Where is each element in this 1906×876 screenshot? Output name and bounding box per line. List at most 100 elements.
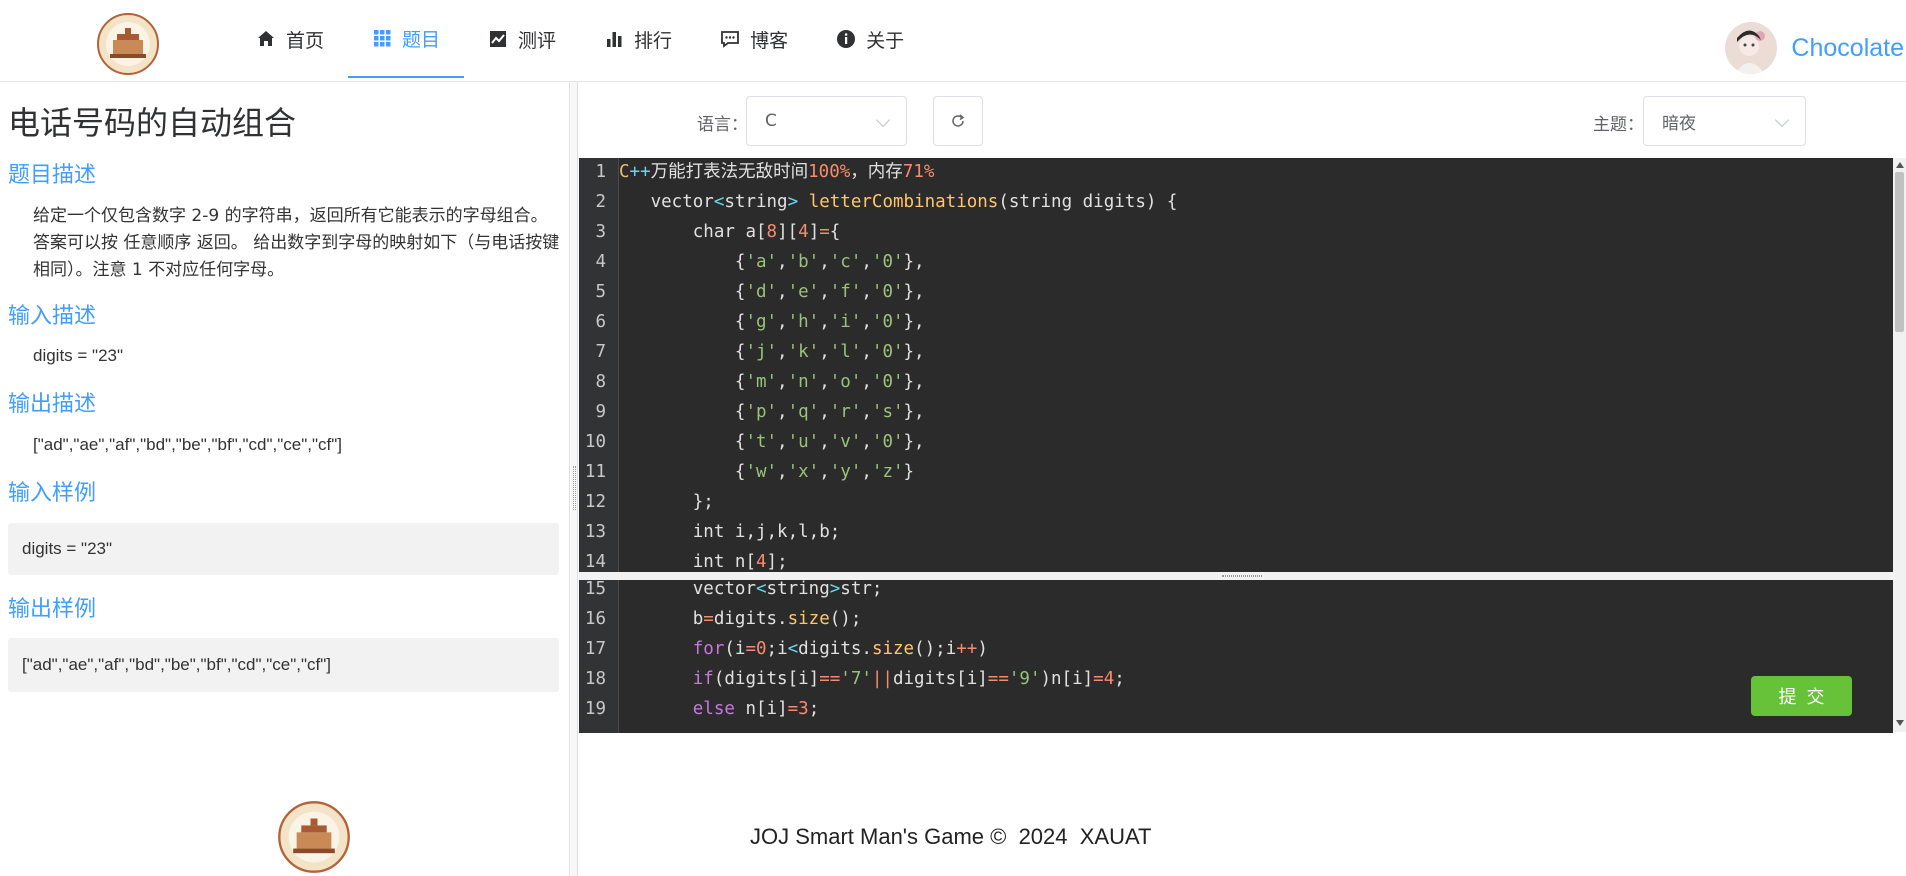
code-line[interactable]: 6 {'g','h','i','0'}, bbox=[579, 307, 1893, 337]
line-number: 4 bbox=[595, 252, 606, 272]
nav-problems-label: 题目 bbox=[402, 28, 441, 51]
code-line[interactable]: 5 {'d','e','f','0'}, bbox=[579, 277, 1893, 307]
theme-value: 暗夜 bbox=[1662, 113, 1696, 134]
theme-select[interactable]: 暗夜 bbox=[1643, 96, 1806, 146]
school-logo[interactable] bbox=[96, 12, 160, 76]
code-text[interactable]: b=digits.size(); bbox=[619, 604, 862, 634]
avatar[interactable] bbox=[1725, 22, 1778, 74]
language-label: 语言： bbox=[697, 115, 748, 135]
code-text[interactable]: {'w','x','y','z'} bbox=[619, 457, 914, 487]
code-editor-bottom[interactable]: 15 vector<string>str; 16 b=digits.size();… bbox=[579, 580, 1893, 733]
code-line[interactable]: 14 int n[4]; bbox=[579, 547, 1893, 572]
main-nav: 首页 题目 测评 排行 博客 关于 bbox=[232, 0, 928, 78]
chevron-down-icon bbox=[875, 112, 891, 128]
code-editor-top[interactable]: 1 C++万能打表法无敌时间100%，内存71% 2 vector<string> … bbox=[579, 158, 1893, 572]
info-icon bbox=[837, 30, 856, 48]
line-number: 3 bbox=[595, 222, 606, 242]
line-number: 12 bbox=[584, 492, 606, 512]
line-number: 5 bbox=[595, 282, 606, 302]
code-text[interactable]: for(i=0;i<digits.size();i++) bbox=[619, 634, 988, 664]
code-line[interactable]: 1 C++万能打表法无敌时间100%，内存71% bbox=[579, 158, 1893, 187]
code-text[interactable]: {'m','n','o','0'}, bbox=[619, 367, 925, 397]
code-text[interactable]: vector<string> letterCombinations(string… bbox=[619, 187, 1178, 217]
output-sample-text: ["ad","ae","af","bd","be","bf","cd","ce"… bbox=[22, 655, 331, 674]
nav-rank-label: 排行 bbox=[634, 29, 673, 52]
line-number: 10 bbox=[584, 432, 606, 452]
code-line[interactable]: 8 {'m','n','o','0'}, bbox=[579, 367, 1893, 397]
nav-blog[interactable]: 博客 bbox=[696, 0, 812, 78]
user-menu[interactable]: Chocolate bbox=[1725, 22, 1904, 74]
refresh-icon bbox=[952, 114, 965, 127]
code-line[interactable]: 18 if(digits[i]=='7'||digits[i]=='9')n[i… bbox=[579, 664, 1893, 694]
nav-home-label: 首页 bbox=[286, 29, 325, 52]
code-line[interactable]: 15 vector<string>str; bbox=[579, 580, 1893, 604]
code-text[interactable]: int n[4]; bbox=[619, 547, 788, 572]
input-sample-text: digits = "23" bbox=[22, 539, 113, 558]
code-line[interactable]: 7 {'j','k','l','0'}, bbox=[579, 337, 1893, 367]
line-number: 7 bbox=[595, 342, 606, 362]
nav-judge[interactable]: 测评 bbox=[464, 0, 580, 78]
nav-home[interactable]: 首页 bbox=[232, 0, 348, 78]
line-number: 6 bbox=[595, 312, 606, 332]
code-text[interactable]: {'t','u','v','0'}, bbox=[619, 427, 925, 457]
code-text[interactable]: C++万能打表法无敌时间100%，内存71% bbox=[619, 158, 934, 187]
home-icon bbox=[258, 31, 274, 46]
footer-logo bbox=[278, 801, 350, 873]
splitter-grip-icon[interactable] bbox=[1222, 575, 1262, 577]
code-line[interactable]: 16 b=digits.size(); bbox=[579, 604, 1893, 634]
theme-label: 主题： bbox=[1593, 115, 1644, 135]
footer-copyright: JOJ Smart Man's Game © 2024 XAUAT bbox=[750, 824, 1152, 849]
code-line[interactable]: 2 vector<string> letterCombinations(stri… bbox=[579, 187, 1893, 217]
code-line[interactable]: 17 for(i=0;i<digits.size();i++) bbox=[579, 634, 1893, 664]
code-line[interactable]: 3 char a[8][4]={ bbox=[579, 217, 1893, 247]
code-line[interactable]: 12 }; bbox=[579, 487, 1893, 517]
input-description-text: digits = "23" bbox=[33, 346, 124, 365]
code-line[interactable]: 11 {'w','x','y','z'} bbox=[579, 457, 1893, 487]
code-text[interactable]: {'g','h','i','0'}, bbox=[619, 307, 925, 337]
editor-scrollbar-thumb[interactable] bbox=[1895, 172, 1904, 332]
line-number: 18 bbox=[584, 669, 606, 689]
nav-about[interactable]: 关于 bbox=[812, 0, 928, 78]
code-text[interactable]: }; bbox=[619, 487, 714, 517]
line-number: 15 bbox=[584, 580, 606, 599]
scroll-up-icon[interactable] bbox=[1896, 162, 1904, 168]
code-text[interactable]: char a[8][4]={ bbox=[619, 217, 841, 247]
line-number: 13 bbox=[584, 522, 606, 542]
top-header: 首页 题目 测评 排行 博客 关于 Chocolate bbox=[0, 0, 1906, 82]
problem-panel: 电话号码的自动组合 题目描述 给定一个仅包含数字 2-9 的字符串，返回所有它能… bbox=[0, 82, 570, 876]
code-line[interactable]: 13 int i,j,k,l,b; bbox=[579, 517, 1893, 547]
code-text[interactable]: int i,j,k,l,b; bbox=[619, 517, 841, 547]
code-line[interactable]: 9 {'p','q','r','s'}, bbox=[579, 397, 1893, 427]
code-line[interactable]: 10 {'t','u','v','0'}, bbox=[579, 427, 1893, 457]
line-number: 2 bbox=[595, 192, 606, 212]
language-select[interactable]: C bbox=[746, 96, 907, 146]
language-value: C bbox=[765, 111, 777, 131]
splitter-grip-icon[interactable] bbox=[573, 466, 576, 510]
reset-code-button[interactable] bbox=[933, 96, 983, 146]
nav-blog-label: 博客 bbox=[750, 29, 789, 52]
code-line[interactable]: 19 else n[i]=3; bbox=[579, 694, 1893, 724]
code-text[interactable]: else n[i]=3; bbox=[619, 694, 819, 724]
username[interactable]: Chocolate bbox=[1791, 34, 1904, 63]
line-number: 19 bbox=[584, 699, 606, 719]
grid-icon bbox=[374, 30, 391, 47]
nav-problems[interactable]: 题目 bbox=[348, 0, 465, 78]
submit-button[interactable]: 提交 bbox=[1751, 676, 1852, 716]
problem-title: 电话号码的自动组合 bbox=[8, 104, 297, 142]
line-number: 14 bbox=[584, 552, 606, 572]
scroll-down-icon[interactable] bbox=[1896, 720, 1904, 726]
nav-judge-label: 测评 bbox=[518, 29, 557, 52]
code-text[interactable]: vector<string>str; bbox=[619, 580, 883, 604]
nav-about-label: 关于 bbox=[866, 29, 905, 52]
chat-icon bbox=[721, 31, 739, 48]
code-line[interactable]: 4 {'a','b','c','0'}, bbox=[579, 247, 1893, 277]
chart-line-icon bbox=[490, 31, 507, 47]
code-text[interactable]: {'p','q','r','s'}, bbox=[619, 397, 925, 427]
code-text[interactable]: {'j','k','l','0'}, bbox=[619, 337, 925, 367]
description-heading: 题目描述 bbox=[8, 163, 97, 188]
code-text[interactable]: {'a','b','c','0'}, bbox=[619, 247, 925, 277]
code-text[interactable]: {'d','e','f','0'}, bbox=[619, 277, 925, 307]
nav-rank[interactable]: 排行 bbox=[580, 0, 696, 78]
code-text[interactable]: if(digits[i]=='7'||digits[i]=='9')n[i]=4… bbox=[619, 664, 1125, 694]
line-number: 8 bbox=[595, 372, 606, 392]
